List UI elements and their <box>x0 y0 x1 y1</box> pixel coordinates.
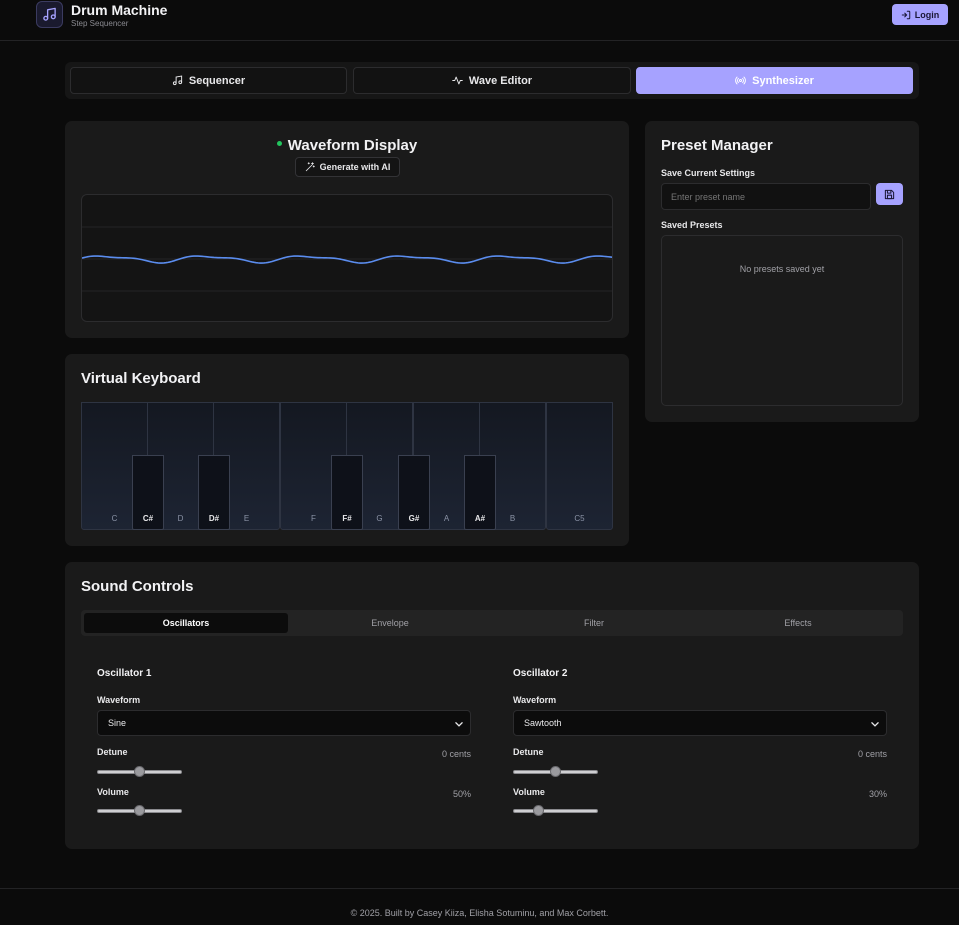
music-note-icon <box>172 75 182 86</box>
save-icon <box>884 189 895 199</box>
oscillator-2-volume-value: 30% <box>868 789 887 799</box>
piano-key-d-sharp[interactable]: D# <box>198 455 230 530</box>
oscillator-1-detune-slider[interactable] <box>97 766 182 778</box>
sound-controls-title: Sound Controls <box>81 578 194 595</box>
piano-key-a-sharp[interactable]: A# <box>464 455 496 530</box>
status-dot <box>276 140 282 146</box>
tab-sequencer[interactable]: Sequencer <box>70 67 347 94</box>
ai-button-label: Generate with AI <box>319 162 391 172</box>
preset-manager-title: Preset Manager <box>661 137 773 154</box>
piano-key-g-sharp[interactable]: G# <box>398 455 430 530</box>
oscillator-1-detune-label: Detune <box>97 747 128 757</box>
select-value: Sawtooth <box>524 718 562 728</box>
piano-key-f-sharp[interactable]: F# <box>331 455 363 530</box>
tab-effects[interactable]: Effects <box>696 613 900 633</box>
oscillator-1-volume-slider[interactable] <box>97 805 182 817</box>
oscillator-2-detune-slider[interactable] <box>513 766 598 778</box>
tab-wave-editor[interactable]: Wave Editor <box>353 67 631 94</box>
login-button[interactable]: Login <box>892 4 948 25</box>
oscillator-1-volume-label: Volume <box>97 787 129 797</box>
oscillator-2-waveform-label: Waveform <box>513 695 557 705</box>
oscillator-2-volume-label: Volume <box>513 787 545 797</box>
piano-key-c-sharp[interactable]: C# <box>132 455 164 530</box>
oscillator-1-waveform-label: Waveform <box>97 695 141 705</box>
waveform-title: Waveform Display <box>65 137 629 154</box>
oscillator-2-volume-slider[interactable] <box>513 805 598 817</box>
app-title: Drum Machine <box>71 2 168 18</box>
main-tab-bar: Sequencer Wave Editor Synthesizer <box>65 62 919 99</box>
oscillator-2-detune-label: Detune <box>513 747 544 757</box>
preset-manager-panel: Preset Manager Save Current Settings Sav… <box>645 121 919 422</box>
radio-icon <box>735 76 746 85</box>
magic-wand-icon <box>305 162 315 172</box>
sound-controls-panel: Sound Controls Oscillators Envelope Filt… <box>65 562 919 849</box>
slider-thumb[interactable] <box>134 805 145 816</box>
save-preset-button[interactable] <box>876 183 903 205</box>
app-header: Drum Machine Step Sequencer Login <box>0 0 959 41</box>
tab-oscillators[interactable]: Oscillators <box>84 613 288 633</box>
empty-presets-text: No presets saved yet <box>739 264 825 274</box>
select-value: Sine <box>108 718 127 728</box>
tab-envelope[interactable]: Envelope <box>288 613 492 633</box>
login-icon <box>901 10 910 19</box>
preset-name-input[interactable] <box>661 183 871 210</box>
keyboard-title: Virtual Keyboard <box>81 370 201 387</box>
tab-label: Synthesizer <box>752 74 814 87</box>
virtual-keyboard: C D E F G A B C5 C# D# F# G# A# <box>81 402 613 530</box>
oscillator-1-volume-value: 50% <box>452 789 471 799</box>
piano-key-c5[interactable]: C5 <box>546 402 613 530</box>
oscillator-2-detune-value: 0 cents <box>857 749 887 759</box>
footer-credits: © 2025. Built by Casey Kiiza, Elisha Sot… <box>350 908 609 918</box>
tab-filter[interactable]: Filter <box>492 613 696 633</box>
waveform-canvas[interactable] <box>81 194 613 322</box>
saved-presets-list: No presets saved yet <box>661 235 903 406</box>
slider-thumb[interactable] <box>134 766 145 777</box>
oscillator-2-title: Oscillator 2 <box>513 668 568 679</box>
generate-ai-button[interactable]: Generate with AI <box>295 157 400 177</box>
slider-thumb[interactable] <box>533 805 544 816</box>
tab-label: Sequencer <box>188 74 246 87</box>
app-subtitle: Step Sequencer <box>71 19 129 28</box>
tab-synthesizer[interactable]: Synthesizer <box>636 67 913 94</box>
oscillator-1-title: Oscillator 1 <box>97 668 152 679</box>
slider-thumb[interactable] <box>550 766 561 777</box>
waveform-line <box>82 255 612 264</box>
page-footer: © 2025. Built by Casey Kiiza, Elisha Sot… <box>0 888 959 925</box>
activity-icon <box>452 76 463 85</box>
oscillator-1-waveform-select[interactable]: Sine <box>97 710 471 736</box>
sound-controls-tabs: Oscillators Envelope Filter Effects <box>81 610 903 636</box>
saved-presets-label: Saved Presets <box>661 220 723 230</box>
oscillator-1-detune-value: 0 cents <box>441 749 471 759</box>
music-logo-icon <box>36 1 63 28</box>
tab-label: Wave Editor <box>468 74 533 87</box>
keyboard-panel: Virtual Keyboard C D E F G A B C5 C# D# … <box>65 354 629 546</box>
chevron-down-icon <box>871 722 879 727</box>
waveform-panel: Waveform Display Generate with AI <box>65 121 629 338</box>
save-settings-label: Save Current Settings <box>661 168 756 178</box>
login-label: Login <box>914 9 940 20</box>
chevron-down-icon <box>455 722 463 727</box>
oscillator-2-waveform-select[interactable]: Sawtooth <box>513 710 887 736</box>
